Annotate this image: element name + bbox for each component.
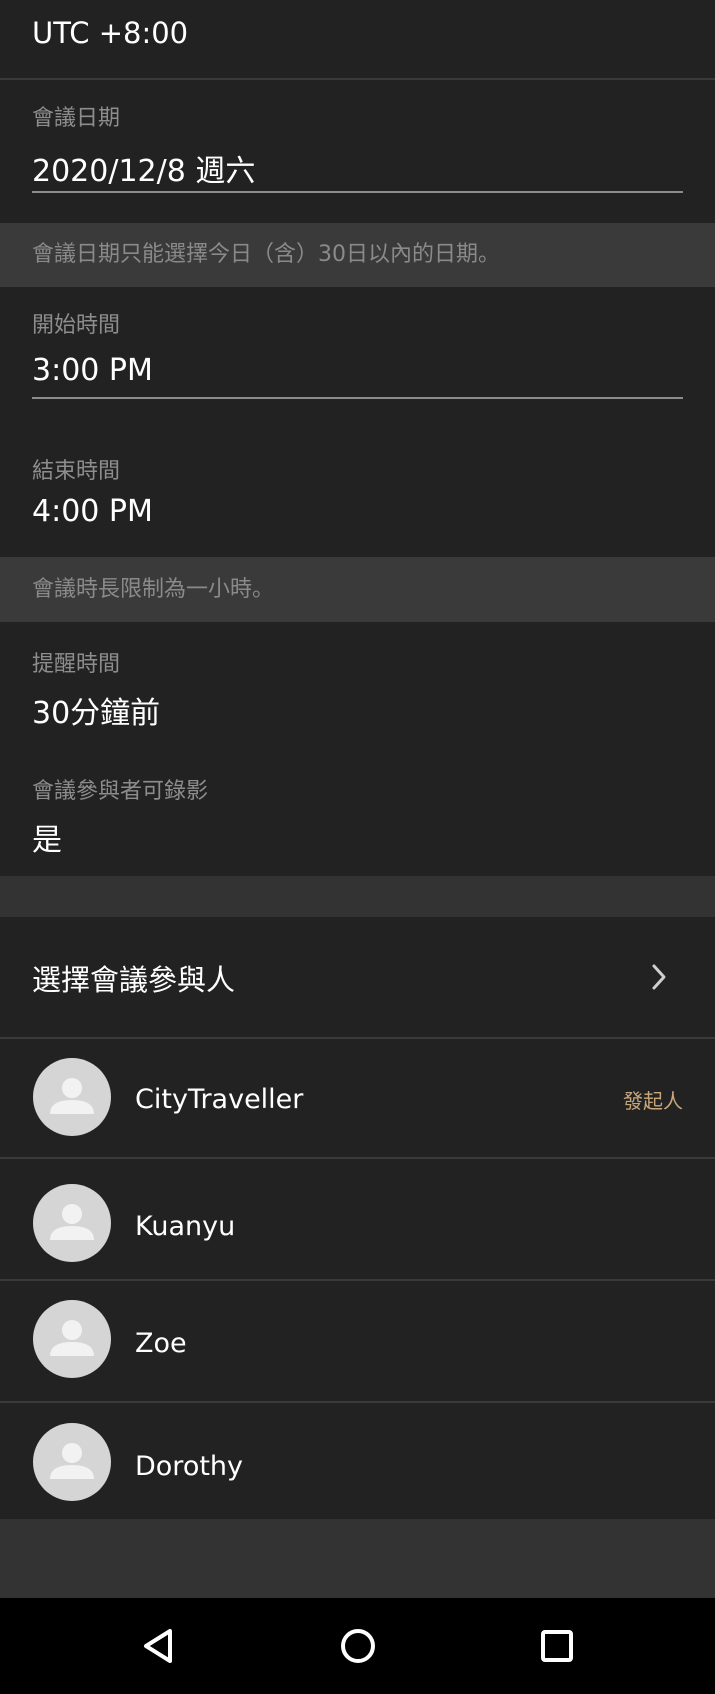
end-time-note-bar: 會議時長限制為一小時。 — [0, 557, 715, 622]
recording-value[interactable]: 是 — [32, 815, 62, 859]
participant-name: Zoe — [135, 1328, 187, 1359]
participant-row[interactable]: CityTraveller 發起人 — [0, 1039, 715, 1157]
start-time-underline — [32, 397, 683, 399]
reminder-label: 提醒時間 — [32, 652, 121, 677]
initiator-badge: 發起人 — [623, 1089, 683, 1113]
person-avatar-icon — [33, 1184, 111, 1262]
end-time-value: 4:00 PM — [32, 494, 153, 529]
person-avatar-icon — [33, 1058, 111, 1136]
duration-note: 會議時長限制為一小時。 — [32, 577, 275, 602]
participant-name: CityTraveller — [135, 1084, 304, 1115]
options-section: 提醒時間 30分鐘前 會議參與者可錄影 是 — [0, 622, 715, 876]
person-avatar-icon — [33, 1423, 111, 1501]
meeting-date-underline — [32, 191, 683, 193]
chevron-right-icon — [652, 964, 666, 990]
meeting-date-note-bar: 會議日期只能選擇今日（含）30日以內的日期。 — [0, 223, 715, 287]
select-participants-label: 選擇會議參與人 — [32, 963, 236, 997]
end-time-label: 結束時間 — [32, 459, 121, 484]
meeting-date-section[interactable]: 會議日期 2020/12/8 週六 — [0, 80, 715, 223]
time-section: 開始時間 3:00 PM 結束時間 4:00 PM — [0, 287, 715, 557]
start-time-value[interactable]: 3:00 PM — [32, 353, 153, 388]
recents-square-icon[interactable] — [537, 1626, 577, 1666]
meeting-date-note: 會議日期只能選擇今日（含）30日以內的日期。 — [32, 242, 500, 267]
select-participants-row[interactable]: 選擇會議參與人 — [0, 917, 715, 1037]
back-triangle-icon[interactable] — [140, 1626, 180, 1666]
participant-row[interactable]: Zoe — [0, 1281, 715, 1401]
home-circle-icon[interactable] — [338, 1626, 378, 1666]
person-avatar-icon — [33, 1300, 111, 1378]
meeting-date-label: 會議日期 — [32, 106, 121, 131]
timezone-value: UTC +8:00 — [32, 16, 189, 50]
reminder-value[interactable]: 30分鐘前 — [32, 688, 160, 732]
participant-name: Kuanyu — [135, 1211, 236, 1242]
recording-label: 會議參與者可錄影 — [32, 779, 209, 804]
participant-row[interactable]: Kuanyu — [0, 1159, 715, 1279]
participant-row[interactable]: Dorothy — [0, 1403, 715, 1519]
timezone-section[interactable]: UTC +8:00 — [0, 0, 715, 78]
participant-name: Dorothy — [135, 1451, 244, 1482]
system-navigation-bar — [0, 1598, 715, 1694]
start-time-label: 開始時間 — [32, 313, 121, 338]
meeting-date-value[interactable]: 2020/12/8 週六 — [32, 146, 255, 190]
